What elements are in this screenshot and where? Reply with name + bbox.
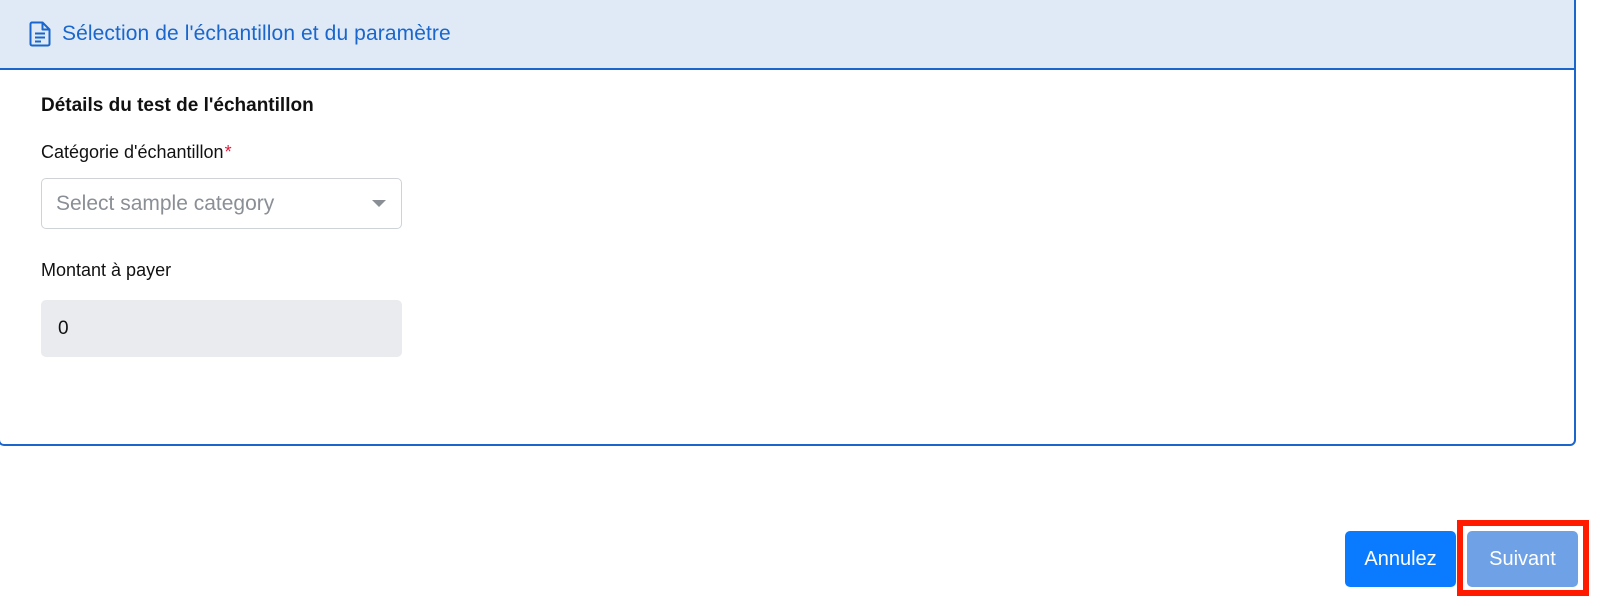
- card-body: Détails du test de l'échantillon Catégor…: [0, 70, 1574, 444]
- amount-value: 0: [58, 317, 69, 339]
- chevron-down-icon: [372, 200, 386, 207]
- cancel-button[interactable]: Annulez: [1345, 531, 1456, 587]
- card-title: Sélection de l'échantillon et du paramèt…: [62, 22, 451, 45]
- required-marker: *: [224, 142, 232, 162]
- amount-label: Montant à payer: [41, 260, 172, 280]
- section-title: Détails du test de l'échantillon: [41, 95, 314, 116]
- card-header: Sélection de l'échantillon et du paramèt…: [0, 0, 1574, 70]
- sample-selection-card: Sélection de l'échantillon et du paramèt…: [0, 0, 1576, 446]
- next-button[interactable]: Suivant: [1467, 531, 1578, 587]
- category-label-text: Catégorie d'échantillon: [41, 142, 224, 162]
- sample-category-placeholder: Select sample category: [56, 191, 275, 215]
- sample-category-select[interactable]: Select sample category: [41, 178, 402, 229]
- category-label: Catégorie d'échantillon*: [41, 142, 232, 163]
- document-icon: [29, 20, 53, 48]
- amount-field: 0: [41, 300, 402, 357]
